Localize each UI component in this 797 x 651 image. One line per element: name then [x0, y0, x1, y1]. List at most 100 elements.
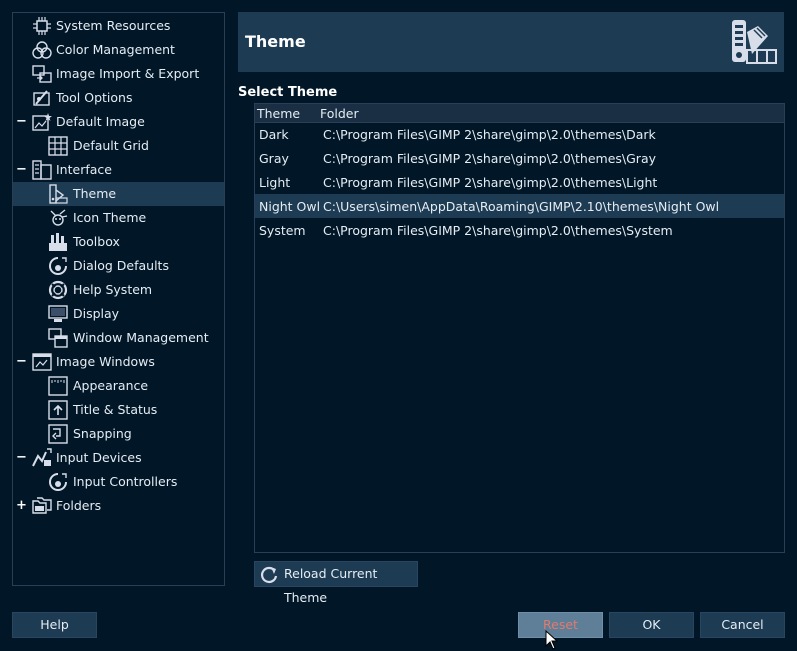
- theme-folder: C:\Program Files\GIMP 2\share\gimp\2.0\t…: [323, 223, 673, 238]
- ok-button[interactable]: OK: [609, 612, 694, 638]
- dialog-defaults-icon: [49, 257, 67, 275]
- reload-icon: [261, 566, 278, 583]
- tree-item-tool-options[interactable]: Tool Options: [13, 86, 224, 110]
- section-title: Select Theme: [238, 85, 338, 100]
- toolbox-icon: [49, 233, 67, 251]
- appearance-icon: [48, 376, 68, 396]
- tree-item-default-grid[interactable]: Default Grid: [13, 134, 224, 158]
- import-export-icon: [32, 65, 52, 83]
- list-header: Theme Folder: [255, 104, 784, 123]
- tree-item-appearance[interactable]: Appearance: [13, 374, 224, 398]
- theme-icon: [49, 184, 68, 204]
- tree-item-label: Title & Status: [73, 402, 158, 417]
- theme-row-system[interactable]: System C:\Program Files\GIMP 2\share\gim…: [255, 218, 784, 242]
- tree-item-label: Help System: [73, 282, 153, 297]
- folders-icon: [32, 497, 52, 514]
- tree-item-color-management[interactable]: Color Management: [13, 38, 224, 62]
- tool-options-icon: [33, 90, 50, 106]
- column-header-folder[interactable]: Folder: [320, 106, 359, 121]
- help-button[interactable]: Help: [12, 612, 97, 638]
- windows-icon: [48, 328, 68, 348]
- tree-item-interface[interactable]: − Interface: [13, 158, 224, 182]
- theme-list[interactable]: Theme Folder Dark C:\Program Files\GIMP …: [254, 103, 785, 553]
- tree-item-label: Image Import & Export: [56, 66, 200, 81]
- tree-item-label: Snapping: [73, 426, 132, 441]
- tree-item-label: Icon Theme: [73, 210, 147, 225]
- tree-item-label: Default Image: [56, 114, 145, 129]
- tree-item-label: Theme: [73, 186, 117, 201]
- theme-large-icon: [732, 20, 777, 64]
- tree-item-title-status[interactable]: Title & Status: [13, 398, 224, 422]
- grid-icon: [48, 136, 68, 156]
- collapse-icon[interactable]: −: [16, 451, 27, 464]
- default-image-icon: [32, 113, 52, 131]
- tree-item-toolbox[interactable]: Toolbox: [13, 230, 224, 254]
- reload-button-label: Reload Current Theme: [284, 566, 378, 605]
- theme-folder: C:\Users\simen\AppData\Roaming\GIMP\2.10…: [323, 199, 720, 214]
- tree-item-label: Appearance: [73, 378, 149, 393]
- mouse-cursor-icon: [545, 630, 559, 650]
- input-controllers-icon: [49, 473, 67, 491]
- tree-item-label: Dialog Defaults: [73, 258, 169, 273]
- theme-name: Night Owl: [259, 199, 321, 214]
- tree-item-label: Toolbox: [73, 234, 120, 249]
- reload-theme-button[interactable]: Reload Current Theme: [254, 561, 418, 605]
- theme-row-light[interactable]: Light C:\Program Files\GIMP 2\share\gimp…: [255, 170, 784, 194]
- expand-icon[interactable]: +: [16, 499, 27, 512]
- collapse-icon[interactable]: −: [16, 115, 27, 128]
- tree-item-folders[interactable]: + Folders: [13, 494, 224, 518]
- tree-item-window-management[interactable]: Window Management: [13, 326, 224, 350]
- tree-item-label: Input Devices: [56, 450, 142, 465]
- tree-item-display[interactable]: Display: [13, 302, 224, 326]
- theme-name: Light: [259, 175, 291, 190]
- theme-name: Gray: [259, 151, 289, 166]
- color-circles-icon: [32, 41, 52, 59]
- theme-row-dark[interactable]: Dark C:\Program Files\GIMP 2\share\gimp\…: [255, 122, 784, 146]
- reset-button[interactable]: Reset: [518, 612, 603, 638]
- theme-folder: C:\Program Files\GIMP 2\share\gimp\2.0\t…: [323, 175, 658, 190]
- tree-item-default-image[interactable]: − Default Image: [13, 110, 224, 134]
- theme-row-night-owl[interactable]: Night Owl C:\Users\simen\AppData\Roaming…: [255, 194, 784, 218]
- tree-item-label: Default Grid: [73, 138, 149, 153]
- tree-item-image-import-export[interactable]: Image Import & Export: [13, 62, 224, 86]
- theme-name: Dark: [259, 127, 289, 142]
- theme-folder: C:\Program Files\GIMP 2\share\gimp\2.0\t…: [323, 151, 657, 166]
- tree-item-icon-theme[interactable]: Icon Theme: [13, 206, 224, 230]
- tree-item-dialog-defaults[interactable]: Dialog Defaults: [13, 254, 224, 278]
- tree-item-input-controllers[interactable]: Input Controllers: [13, 470, 224, 494]
- theme-name: System: [259, 223, 306, 238]
- input-devices-icon: [32, 448, 52, 467]
- tree-item-theme[interactable]: Theme: [13, 182, 224, 206]
- lifebuoy-icon: [48, 280, 68, 300]
- tree-item-label: Interface: [56, 162, 112, 177]
- chip-icon: [33, 17, 51, 35]
- tree-item-system-resources[interactable]: System Resources: [13, 14, 224, 38]
- tree-item-label: Folders: [56, 498, 102, 513]
- display-icon: [48, 305, 68, 322]
- title-status-icon: [48, 400, 68, 420]
- tree-item-image-windows[interactable]: − Image Windows: [13, 350, 224, 374]
- collapse-icon[interactable]: −: [16, 163, 27, 176]
- tree-item-help-system[interactable]: Help System: [13, 278, 224, 302]
- snapping-icon: [48, 424, 68, 444]
- page-title: Theme: [245, 32, 306, 51]
- cancel-button[interactable]: Cancel: [700, 612, 785, 638]
- collapse-icon[interactable]: −: [16, 355, 27, 368]
- tree-item-label: Display: [73, 306, 120, 321]
- page-header: Theme: [238, 12, 784, 72]
- tree-item-snapping[interactable]: Snapping: [13, 422, 224, 446]
- tree-item-label: Tool Options: [56, 90, 133, 105]
- icon-theme-icon: [50, 209, 68, 226]
- tree-item-label: Color Management: [56, 42, 175, 57]
- tree-item-label: Input Controllers: [73, 474, 178, 489]
- image-window-icon: [32, 353, 52, 371]
- tree-item-label: Image Windows: [56, 354, 155, 369]
- tree-item-label: Window Management: [73, 330, 209, 345]
- interface-icon: [32, 160, 52, 180]
- theme-folder: C:\Program Files\GIMP 2\share\gimp\2.0\t…: [323, 127, 656, 142]
- theme-row-gray[interactable]: Gray C:\Program Files\GIMP 2\share\gimp\…: [255, 146, 784, 170]
- preferences-category-tree[interactable]: System Resources Color Management Image …: [12, 12, 225, 586]
- column-header-theme[interactable]: Theme: [257, 106, 300, 121]
- tree-item-input-devices[interactable]: − Input Devices: [13, 446, 224, 470]
- tree-item-label: System Resources: [56, 18, 171, 33]
